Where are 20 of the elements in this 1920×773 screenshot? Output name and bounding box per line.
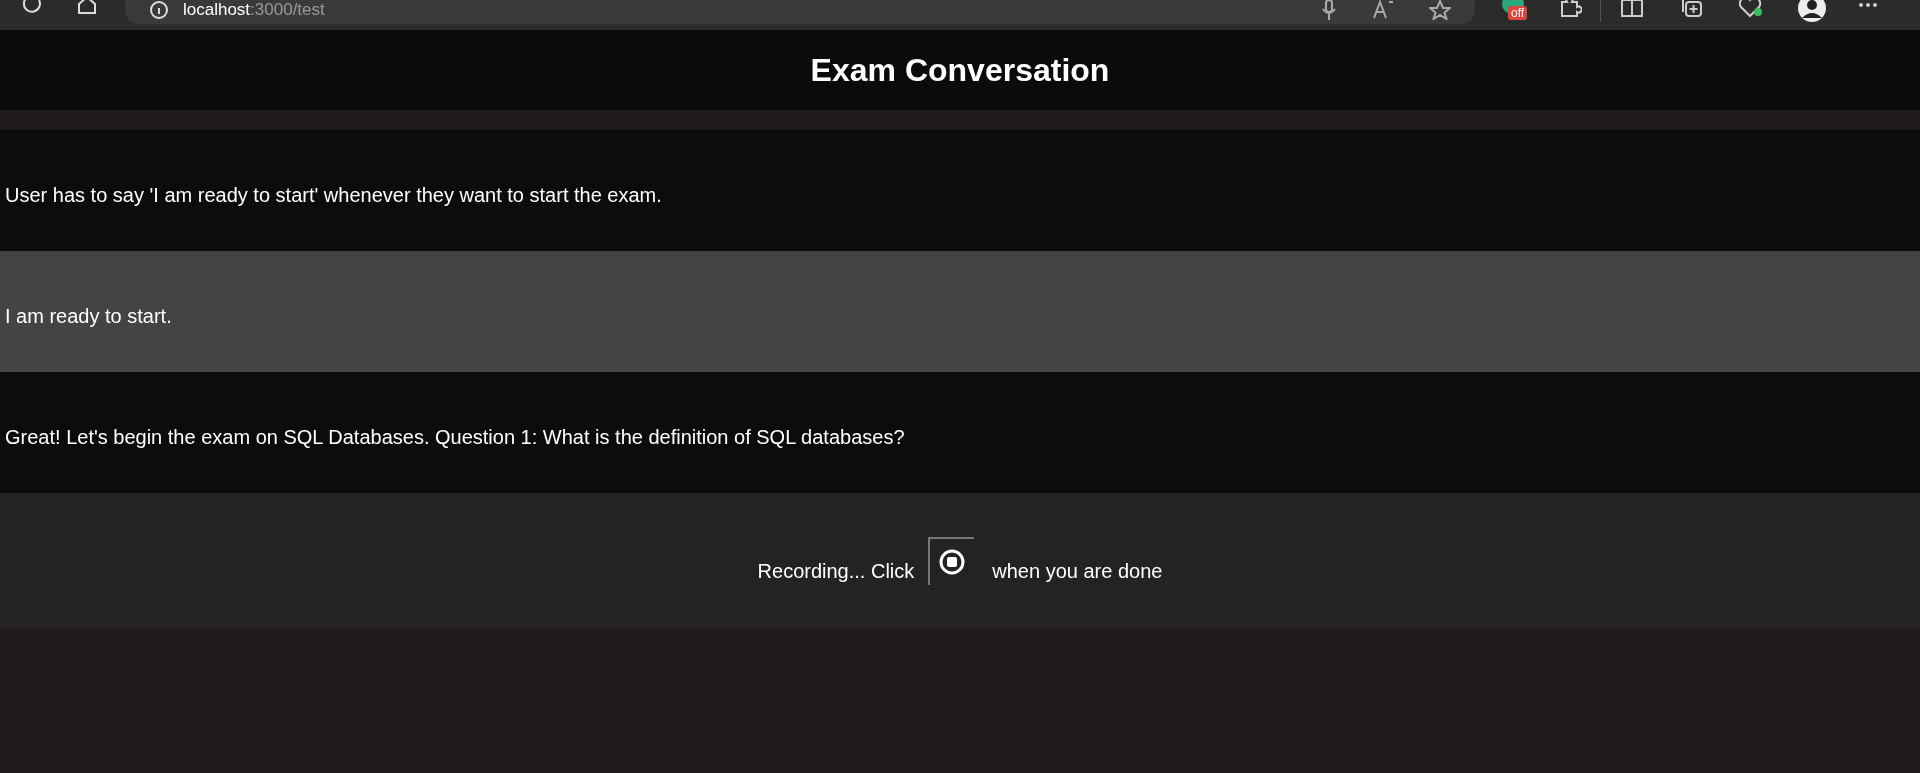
address-bar[interactable]: localhost:3000/test [125,0,1475,24]
collections-icon[interactable] [1680,0,1704,18]
recording-hint-text: when you are done [992,558,1163,584]
recording-status-text: Recording... Click [757,558,915,584]
microphone-icon[interactable] [1321,0,1337,20]
more-icon[interactable] [1858,2,1878,8]
stop-icon [939,548,966,575]
read-aloud-icon[interactable] [1373,0,1395,20]
message-text: I am ready to start. [4,303,172,329]
split-screen-icon[interactable] [1620,0,1644,18]
stop-recording-button[interactable] [928,536,975,585]
message-text: Great! Let's begin the exam on SQL Databases. Question 1: What is the definition of SQL databases? [4,424,905,450]
page-title: Exam Conversation [810,51,1110,90]
info-icon[interactable] [149,0,169,20]
home-icon[interactable] [76,0,98,14]
message-text: User has to say 'I am ready to start' whenever they want to start the exam. [4,182,662,208]
url-text[interactable]: localhost:3000/test [183,0,325,23]
star-icon[interactable] [1429,0,1451,20]
off-badge: off [1508,6,1528,20]
avatar-icon[interactable] [1796,0,1828,24]
